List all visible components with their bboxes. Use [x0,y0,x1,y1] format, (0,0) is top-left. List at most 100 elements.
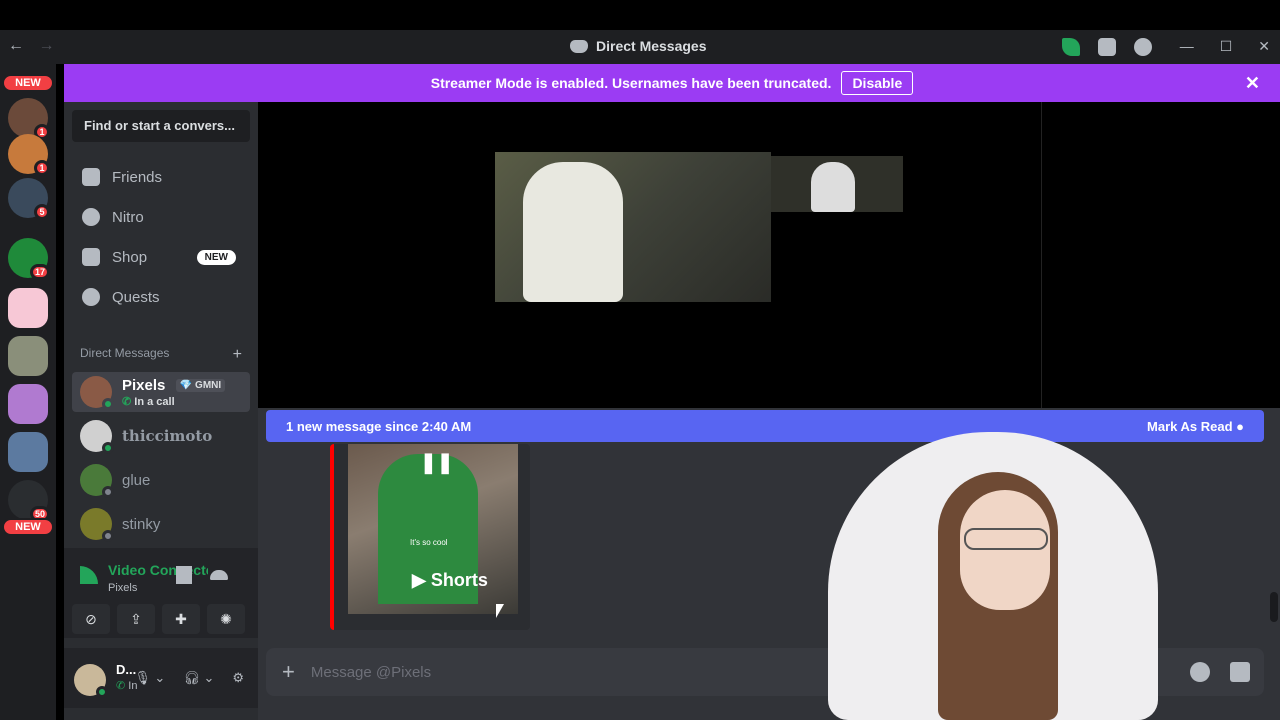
activities-button[interactable]: ✚ [162,604,200,634]
leaf-icon[interactable] [1062,38,1080,56]
window-title: Direct Messages [570,38,707,54]
online-status-icon [102,442,114,454]
nav-label: Quests [112,288,160,306]
server-icon[interactable] [8,288,48,328]
avatar [80,420,114,454]
maximize-icon[interactable]: ☐ [1220,38,1233,55]
voice-channel[interactable]: Pixels [108,582,137,594]
webcam-glasses [964,528,1048,550]
nav-quests[interactable]: Quests [72,278,250,316]
server-icon[interactable]: 17 [8,238,50,280]
phone-icon: ✆ [122,395,135,408]
server-icon[interactable] [8,336,48,376]
dm-info: Pixels 💎 GMNI ✆ In a call [122,376,226,408]
user-controls: 🎙︎ ⌄ 🎧︎ ⌄ ⚙ [134,670,244,686]
server-icon[interactable]: 1 [8,134,50,176]
shorts-logo: ▶ Shorts [412,570,488,590]
window-controls: — ☐ ✕ [1180,38,1270,55]
add-dm-icon[interactable]: + [233,346,242,364]
dm-status-text: In a call [134,395,175,408]
server-icon[interactable] [8,432,48,472]
history-nav: ← → [8,37,64,55]
dm-item[interactable]: stinky [72,504,250,544]
voice-connection-panel: Video Connecte Pixels ⊘ ⇪ ✚ ✺ [64,548,258,638]
server-list: NEW 1 1 5 17 50 NEW [0,64,56,720]
help-icon[interactable] [1134,38,1152,56]
back-arrow-icon[interactable]: ← [8,37,24,54]
new-badge: NEW [196,249,236,265]
soundboard-button[interactable]: ✺ [207,604,245,634]
nav-label: Shop [112,248,148,266]
signal-icon[interactable] [80,566,98,584]
webcam-face [960,490,1050,610]
online-status-icon [102,398,114,410]
emoji-icon[interactable] [1190,662,1210,682]
mention-badge: 17 [29,264,50,280]
video-stream-secondary[interactable] [771,156,903,212]
shop-icon [82,248,100,266]
nav-nitro[interactable]: Nitro [72,198,250,236]
stream-person [523,162,623,302]
banner-close-icon[interactable]: ✕ [1245,73,1260,94]
dm-name: Pixels [122,376,166,394]
discord-logo-icon [570,39,588,53]
screen-top-strip [0,0,1280,30]
noise-suppression-icon[interactable] [176,566,192,584]
close-window-icon[interactable]: ✕ [1258,38,1270,55]
server-icon[interactable]: 1 [8,98,50,140]
call-video-area [258,102,1042,408]
video-thumbnail[interactable]: ❚❚ It's so cool ▶ Shorts [348,444,518,614]
server-icon[interactable] [8,384,48,424]
offline-status-icon [102,530,114,542]
server-icon[interactable]: 5 [8,178,50,220]
minimize-icon[interactable]: — [1180,38,1194,55]
mark-read-icon: ● [1236,418,1244,434]
banner-text: Streamer Mode is enabled. Usernames have… [430,75,832,91]
server-icon[interactable]: 50 [8,480,50,522]
add-attachment-icon[interactable]: + [282,659,295,685]
guild-tag: 💎 GMNI [175,378,226,392]
nav-friends[interactable]: Friends [72,158,250,196]
server-new-badge: NEW [2,74,54,92]
window-title-text: Direct Messages [596,38,707,54]
find-conversation-button[interactable]: Find or start a convers... [72,110,250,142]
streamer-webcam-overlay [808,432,1180,720]
stream-person [811,162,855,212]
dm-item[interactable]: thiccimoto [72,416,250,456]
video-stream-main[interactable] [495,152,771,302]
dm-header-label: Direct Messages [80,346,170,360]
nav-shop[interactable]: Shop NEW [72,238,250,276]
user-name[interactable]: D... [116,662,136,677]
microphone-icon[interactable]: 🎙︎ ⌄ [134,670,165,686]
settings-gear-icon[interactable]: ⚙ [232,670,244,686]
user-avatar[interactable] [74,664,108,698]
mention-badge: 1 [34,160,50,176]
online-status-icon [96,686,108,698]
dm-item[interactable]: glue [72,460,250,500]
quests-icon [82,288,100,306]
streamer-mode-banner: Streamer Mode is enabled. Usernames have… [64,64,1280,102]
composer-icons [1190,662,1250,682]
user-panel: D... ✆ In 🎙︎ ⌄ 🎧︎ ⌄ ⚙ [64,648,258,708]
disconnect-icon[interactable] [210,570,228,580]
inbox-icon[interactable] [1098,38,1116,56]
chat-scrollbar[interactable] [1270,592,1278,622]
nav-label: Friends [112,168,163,186]
phone-icon: ✆ [116,680,129,692]
camera-off-button[interactable]: ⊘ [72,604,110,634]
pause-icon[interactable]: ❚❚ [420,450,454,475]
youtube-shorts-embed[interactable]: ❚❚ It's so cool ▶ Shorts [330,444,530,630]
avatar [80,508,114,542]
dm-status: ✆ In a call [122,395,225,408]
forward-arrow-icon[interactable]: → [38,37,54,54]
dm-sidebar: Find or start a convers... Friends Nitro… [64,102,258,720]
dm-item-pixels[interactable]: Pixels 💎 GMNI ✆ In a call [72,372,250,412]
server-new-badge: NEW [2,518,54,536]
disable-button[interactable]: Disable [841,71,914,95]
voice-status: Video Connecte [108,562,208,578]
apps-icon[interactable] [1230,662,1250,682]
headphones-icon[interactable]: 🎧︎ ⌄ [183,670,214,686]
share-screen-button[interactable]: ⇪ [117,604,155,634]
mouse-cursor-icon [496,604,504,618]
avatar [80,464,114,498]
